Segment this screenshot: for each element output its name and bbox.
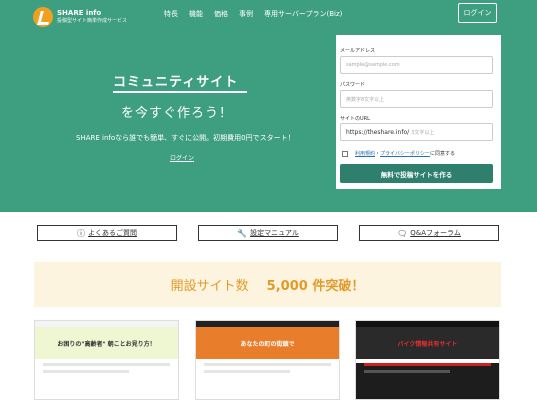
hero-subtitle: を今すぐ作ろう！ [121,106,234,121]
example-site-2-title: あなたの町の街頭で [240,341,295,348]
agree-text: 利用規約・プライバシーポリシーに同意する [355,151,455,157]
site-count-banner: 開設サイト数 5,000 件突破！ [34,262,501,307]
hero-section: SHARE info 投稿型サイト簡単作成サービス 特長 機能 価格 事例 専用… [0,0,537,212]
example-site-1[interactable]: お困りの"高齢者" 朝ことお見り方！ [34,320,179,400]
url-field[interactable]: https://theshare.info/ 3文字以上 [340,123,493,141]
header-login-button[interactable]: ログイン [458,3,497,23]
nav-features[interactable]: 特長 [164,9,178,19]
hero-title: コミュニティサイト [113,75,239,90]
nav-dedicated-server[interactable]: 専用サーバープラン(Biz) [264,9,342,19]
logo-subtitle: 投稿型サイト簡単作成サービス [57,18,128,24]
signup-form: メールアドレス sample@sample.com パスワード 英数字8文字以上… [336,35,501,189]
example-site-2[interactable]: あなたの町の街頭で [195,320,340,400]
manual-button[interactable]: 🔧 設定マニュアル [198,225,338,241]
example-site-3-title: バイク情報共有サイト [397,341,458,348]
create-site-button[interactable]: 無料で投稿サイトを作る [340,164,493,183]
chat-bubble-icon: 🗨 [397,228,408,238]
hero-login-link[interactable]: ログイン [170,153,194,162]
url-prefix: https://theshare.info/ [346,128,410,136]
hero-description: SHARE infoなら誰でも簡単、すぐに公開。初期費用0円でスタート！ [76,134,295,142]
nav-cases[interactable]: 事例 [239,9,253,19]
site-logo[interactable]: SHARE info 投稿型サイト簡単作成サービス [33,7,127,27]
forum-button[interactable]: 🗨 Q&Aフォーラム [359,225,499,241]
example-site-1-title: お困りの"高齢者" 朝ことお見り方！ [57,341,156,348]
privacy-link[interactable]: プライバシーポリシー [380,151,430,157]
nav-functions[interactable]: 機能 [189,9,203,19]
agree-checkbox[interactable] [342,151,348,157]
hero-underline [113,91,247,93]
question-circle-icon: ⓘ [77,228,85,238]
url-label: サイトのURL [340,116,370,122]
site-count-label: 開設サイト数 [170,279,249,294]
terms-link[interactable]: 利用規約 [355,151,375,157]
logo-name: SHARE info [57,9,102,17]
main-nav: 特長 機能 価格 事例 専用サーバープラン(Biz) [164,9,342,19]
nav-pricing[interactable]: 価格 [214,9,228,19]
faq-button[interactable]: ⓘ よくあるご質問 [37,225,177,241]
example-site-3[interactable]: バイク情報共有サイト [355,320,500,400]
wrench-icon: 🔧 [237,228,248,238]
password-field[interactable]: 英数字8文字以上 [340,90,493,108]
email-field[interactable]: sample@sample.com [340,56,493,74]
email-label: メールアドレス [340,48,376,54]
logo-icon [33,7,53,27]
site-count-value: 5,000 件突破！ [266,279,365,294]
password-label: パスワード [340,82,366,88]
